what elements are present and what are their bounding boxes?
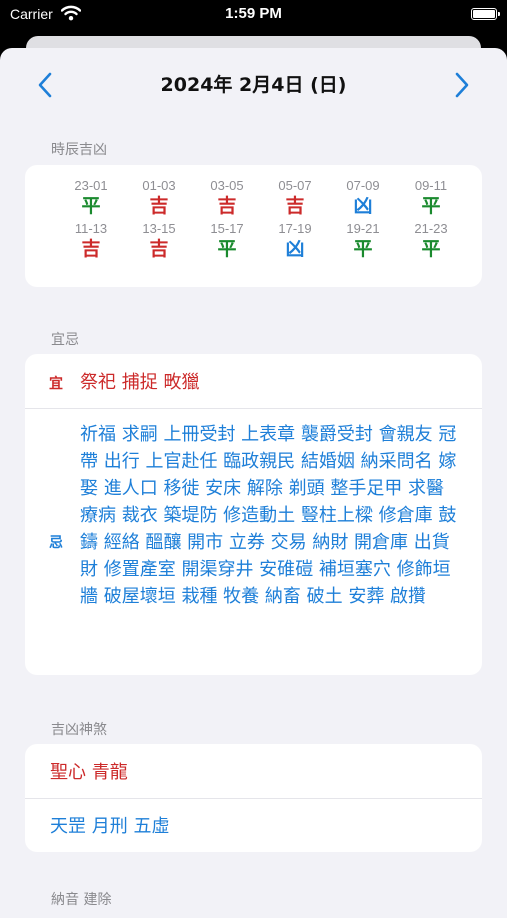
hour-range: 21-23 — [414, 221, 448, 236]
hour-range: 03-05 — [210, 178, 244, 193]
hour-cell: 23-01 平 — [57, 177, 125, 218]
hour-fortune: 平 — [217, 238, 237, 260]
shensha-section-label: 吉凶神煞 — [51, 722, 107, 738]
ji-tag: 忌 — [49, 535, 63, 551]
hours-card: 23-01 平 01-03 吉 03-05 吉 05-07 吉 07-09 凶 09-11 平 11-1… — [25, 165, 482, 287]
hour-cell: 13-15 吉 — [125, 220, 193, 261]
hour-range: 15-17 — [210, 221, 244, 236]
yiji-section-label: 宜忌 — [51, 332, 79, 348]
hour-fortune: 平 — [353, 238, 373, 260]
hour-cell: 21-23 平 — [397, 220, 465, 261]
hour-cell: 03-05 吉 — [193, 177, 261, 218]
ji-text: 祈福 求嗣 上冊受封 上表章 襲爵受封 會親友 冠帶 出行 上官赴任 臨政親民 … — [80, 424, 457, 607]
hours-grid: 23-01 平 01-03 吉 03-05 吉 05-07 吉 07-09 凶 09-11 平 11-1… — [57, 177, 460, 261]
hour-fortune: 凶 — [353, 195, 373, 217]
hour-fortune: 吉 — [81, 238, 101, 260]
next-section-label: 納音 建除 — [51, 892, 112, 908]
hour-range: 19-21 — [346, 221, 380, 236]
hour-cell: 15-17 平 — [193, 220, 261, 261]
hour-fortune: 吉 — [149, 238, 169, 260]
hour-fortune: 吉 — [217, 195, 237, 217]
shensha-good-text: 聖心 青龍 — [50, 762, 128, 783]
date-title: 2024年 2月4日 (日) — [160, 74, 347, 96]
hour-fortune: 平 — [421, 195, 441, 217]
hour-fortune: 平 — [81, 195, 101, 217]
shensha-good-row: 聖心 青龍 — [25, 744, 482, 799]
status-bar: Carrier 1:59 PM — [0, 0, 507, 30]
hour-range: 01-03 — [142, 178, 176, 193]
chevron-right-icon[interactable] — [449, 70, 473, 100]
hour-cell: 19-21 平 — [329, 220, 397, 261]
hour-range: 13-15 — [142, 221, 176, 236]
hour-fortune: 吉 — [285, 195, 305, 217]
hour-cell: 17-19 凶 — [261, 220, 329, 261]
hour-range: 23-01 — [74, 178, 108, 193]
shensha-bad-text: 天罡 月刑 五虛 — [50, 816, 170, 837]
yi-row: 宜 祭祀 捕捉 畋獵 — [25, 354, 482, 409]
hour-range: 09-11 — [414, 178, 448, 193]
hour-cell: 11-13 吉 — [57, 220, 125, 261]
hour-fortune: 凶 — [285, 238, 305, 260]
shensha-card: 聖心 青龍 天罡 月刑 五虛 — [25, 744, 482, 852]
hour-cell: 09-11 平 — [397, 177, 465, 218]
hour-range: 07-09 — [346, 178, 380, 193]
hour-cell: 05-07 吉 — [261, 177, 329, 218]
battery-icon — [471, 8, 500, 20]
hours-section-label: 時辰吉凶 — [51, 142, 107, 158]
yiji-card: 宜 祭祀 捕捉 畋獵 忌 祈福 求嗣 上冊受封 上表章 襲爵受封 會親友 冠帶 … — [25, 354, 482, 675]
hour-range: 17-19 — [278, 221, 312, 236]
hour-fortune: 吉 — [149, 195, 169, 217]
hour-range: 11-13 — [74, 221, 108, 236]
yi-tag: 宜 — [49, 376, 63, 392]
yi-text: 祭祀 捕捉 畋獵 — [80, 372, 200, 393]
hour-cell: 01-03 吉 — [125, 177, 193, 218]
hour-range: 05-07 — [278, 178, 312, 193]
calendar-detail-sheet: 2024年 2月4日 (日) 時辰吉凶 23-01 平 01-03 吉 03-05 吉 05… — [0, 48, 507, 918]
hour-fortune: 平 — [421, 238, 441, 260]
clock: 1:59 PM — [225, 5, 282, 22]
hour-cell: 07-09 凶 — [329, 177, 397, 218]
